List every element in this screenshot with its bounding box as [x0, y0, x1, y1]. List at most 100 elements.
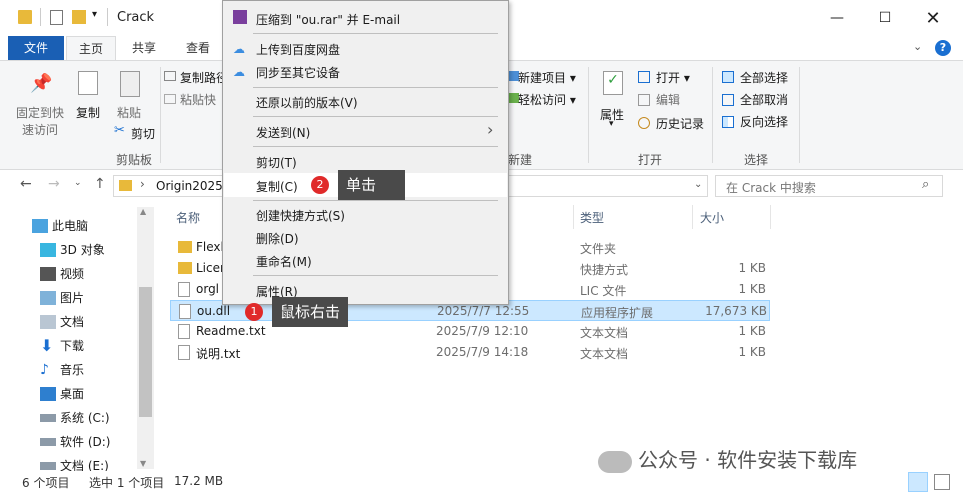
- tab-home[interactable]: 主页: [66, 36, 116, 60]
- menu-compress-email[interactable]: 压缩到 "ou.rar" 并 E-mail: [256, 11, 400, 28]
- menu-rename[interactable]: 重命名(M): [256, 253, 312, 270]
- menu-send-to[interactable]: 发送到(N): [256, 124, 310, 141]
- search-placeholder: 在 Crack 中搜索: [726, 181, 816, 195]
- paste-shortcut-button[interactable]: 粘贴快: [180, 91, 216, 108]
- nav-music[interactable]: ♪ 音乐: [40, 361, 85, 378]
- pin-label-2[interactable]: 速访问: [22, 121, 58, 138]
- file-date: 2025/7/9 14:18: [436, 345, 529, 359]
- pin-icon: 📌: [30, 73, 53, 94]
- nav-label: 视频: [60, 267, 85, 281]
- close-button[interactable]: ✕: [910, 0, 956, 36]
- file-size: 1 KB: [738, 345, 766, 359]
- column-type[interactable]: 类型: [580, 209, 604, 226]
- copy-ribbon-button[interactable]: 复制: [76, 104, 100, 121]
- nav-drive-d[interactable]: 软件 (D:): [40, 433, 110, 450]
- file-type: 文件夹: [580, 242, 617, 256]
- menu-sync-devices[interactable]: 同步至其它设备: [256, 64, 340, 81]
- column-size[interactable]: 大小: [700, 209, 724, 226]
- breadcrumb-origin[interactable]: Origin2025: [156, 179, 223, 193]
- pin-label[interactable]: 固定到快: [16, 104, 64, 121]
- dll-file-icon: [179, 304, 191, 319]
- customize-chevron-icon[interactable]: ▾: [92, 9, 97, 20]
- computer-icon: [32, 218, 48, 233]
- edit-button[interactable]: 编辑: [656, 91, 680, 108]
- file-name: Flexl: [196, 240, 224, 254]
- tab-file[interactable]: 文件: [8, 36, 64, 60]
- details-view-icon[interactable]: [908, 472, 928, 492]
- video-icon: [40, 266, 56, 281]
- help-icon[interactable]: ?: [935, 40, 951, 56]
- breadcrumb-chevron-icon[interactable]: ›: [140, 177, 145, 191]
- large-icons-view-icon[interactable]: [934, 474, 950, 490]
- paste-ribbon-button[interactable]: 粘贴: [117, 104, 141, 121]
- new-group-label: 新建: [508, 153, 533, 167]
- nav-scroll-thumb[interactable]: [139, 287, 152, 417]
- copy-path-button[interactable]: 复制路径: [180, 69, 228, 86]
- column-divider[interactable]: [770, 205, 771, 229]
- menu-delete[interactable]: 删除(D): [256, 230, 299, 247]
- nav-pictures[interactable]: 图片: [40, 289, 84, 306]
- new-folder-icon[interactable]: [72, 10, 86, 24]
- cube-icon: [40, 242, 56, 257]
- menu-upload-baidu[interactable]: 上传到百度网盘: [256, 41, 340, 58]
- easy-access-button[interactable]: 轻松访问 ▾: [518, 91, 576, 108]
- select-none-button[interactable]: 全部取消: [740, 91, 788, 108]
- address-dropdown-icon[interactable]: ⌄: [694, 179, 702, 190]
- separator: [40, 8, 41, 26]
- menu-create-shortcut[interactable]: 创建快捷方式(S): [256, 207, 345, 224]
- search-icon[interactable]: ⌕: [922, 177, 929, 192]
- column-divider[interactable]: [573, 205, 574, 229]
- nav-3d-objects[interactable]: 3D 对象: [40, 241, 105, 258]
- paste-shortcut-icon: [164, 94, 176, 104]
- nav-drive-c[interactable]: 系统 (C:): [40, 409, 110, 426]
- scroll-down-icon[interactable]: ▼: [140, 459, 146, 468]
- file-icon: [178, 282, 190, 297]
- up-arrow-icon[interactable]: ↑: [94, 176, 106, 192]
- selection-size: 17.2 MB: [174, 474, 224, 488]
- nav-scrollbar[interactable]: ▲ ▼: [137, 207, 154, 469]
- menu-separator: [253, 33, 498, 34]
- table-row[interactable]: 说明.txt 2025/7/9 14:18 文本文档 1 KB: [170, 342, 770, 363]
- minimize-button[interactable]: —: [814, 0, 860, 36]
- menu-cut[interactable]: 剪切(T): [256, 154, 297, 171]
- file-size: 1 KB: [738, 324, 766, 338]
- search-input[interactable]: 在 Crack 中搜索 ⌕: [715, 175, 943, 197]
- select-all-button[interactable]: 全部选择: [740, 69, 788, 86]
- column-name[interactable]: 名称: [176, 209, 200, 226]
- scroll-up-icon[interactable]: ▲: [140, 207, 146, 216]
- recent-chevron-icon[interactable]: ⌄: [74, 178, 82, 188]
- ribbon-expand-icon[interactable]: ⌄: [913, 40, 922, 53]
- nav-label: 音乐: [60, 363, 85, 377]
- file-type: 文本文档: [580, 326, 629, 340]
- menu-copy[interactable]: 复制(C): [256, 178, 298, 195]
- column-divider[interactable]: [692, 205, 693, 229]
- forward-arrow-icon[interactable]: →: [48, 176, 60, 192]
- maximize-button[interactable]: ☐: [862, 0, 908, 36]
- menu-restore-versions[interactable]: 还原以前的版本(V): [256, 94, 358, 111]
- folder-icon: [178, 241, 192, 253]
- download-arrow-icon: ⬇: [40, 335, 54, 355]
- properties-chevron-icon[interactable]: ▾: [609, 119, 614, 129]
- nav-documents[interactable]: 文档: [40, 313, 84, 330]
- document-icon: [40, 314, 56, 329]
- nav-videos[interactable]: 视频: [40, 265, 85, 282]
- cut-ribbon-button[interactable]: 剪切: [131, 125, 155, 142]
- open-button[interactable]: 打开 ▾: [656, 69, 690, 86]
- tab-view[interactable]: 查看: [176, 36, 220, 60]
- select-none-icon: [722, 94, 734, 106]
- tab-share[interactable]: 共享: [122, 36, 166, 60]
- table-row[interactable]: Readme.txt 2025/7/9 12:10 文本文档 1 KB: [170, 321, 770, 342]
- nav-this-pc[interactable]: 此电脑: [32, 217, 88, 234]
- nav-downloads[interactable]: ⬇ 下载: [40, 337, 84, 354]
- new-item-button[interactable]: 新建项目 ▾: [518, 69, 576, 86]
- step-2-callout: 单击: [338, 170, 405, 200]
- winrar-icon: [233, 10, 247, 24]
- invert-selection-button[interactable]: 反向选择: [740, 113, 788, 130]
- folder-icon[interactable]: [18, 10, 32, 24]
- properties-icon[interactable]: [50, 10, 63, 25]
- clipboard-group-label: 剪贴板: [116, 153, 153, 167]
- nav-desktop[interactable]: 桌面: [40, 385, 84, 402]
- history-button[interactable]: 历史记录: [656, 115, 704, 132]
- invert-selection-icon: [722, 116, 734, 128]
- back-arrow-icon[interactable]: ←: [20, 176, 32, 192]
